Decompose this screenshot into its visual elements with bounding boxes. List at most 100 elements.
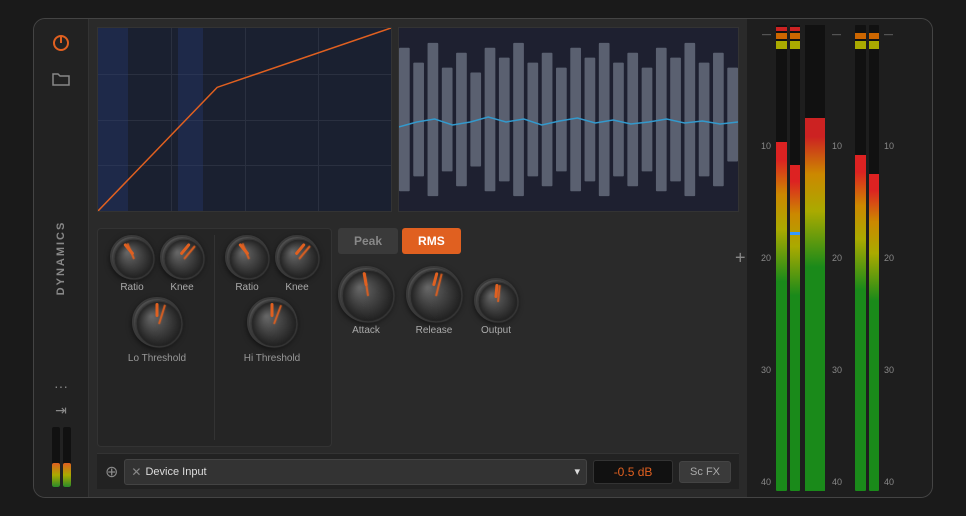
meter-container: — 10 20 30 40 — [751, 25, 928, 491]
peak-button[interactable]: Peak — [338, 228, 398, 254]
mini-level-meters — [52, 427, 71, 487]
right-meter-bars — [855, 25, 879, 491]
lo-knee-knob[interactable] — [160, 235, 204, 279]
clip-indicator-l2 — [790, 27, 801, 31]
scale-30-right2: 30 — [884, 365, 902, 375]
meter-bar-mid — [805, 25, 825, 491]
lo-threshold-knob[interactable] — [132, 297, 182, 347]
output-knob-container: Output — [474, 278, 518, 336]
meter-section: + — 10 20 30 40 — [747, 19, 932, 497]
output-label: Output — [481, 325, 511, 336]
waveform-graph — [398, 27, 739, 212]
attack-label: Attack — [352, 325, 380, 336]
left-meter-bars — [776, 25, 800, 491]
divider — [214, 235, 215, 440]
mini-level-right — [63, 427, 71, 487]
db-display: -0.5 dB — [593, 460, 673, 484]
hi-threshold-label: Hi Threshold — [244, 353, 301, 364]
lo-knee-knob-container: Knee — [160, 235, 204, 293]
meter-scale-right2: — 10 20 30 40 — [882, 25, 904, 491]
hi-knee-label: Knee — [285, 282, 308, 293]
orange-band-r2 — [869, 33, 880, 39]
yellow-band-r1 — [855, 41, 866, 49]
hi-knee-knob[interactable] — [275, 235, 319, 279]
blue-segment-l2 — [790, 232, 801, 235]
scale-10-left: 10 — [753, 141, 771, 151]
scale-top-right2: — — [884, 29, 902, 39]
peak-rms-row: Peak RMS — [338, 228, 739, 254]
scale-40-right: 40 — [832, 477, 850, 487]
scale-30-left: 30 — [753, 365, 771, 375]
meter-bar-l1 — [776, 25, 787, 491]
yellow-band-l1 — [776, 41, 787, 49]
lo-ratio-label: Ratio — [120, 282, 143, 293]
hi-ratio-knob-container: Ratio — [225, 235, 269, 293]
scale-40-right2: 40 — [884, 477, 902, 487]
hi-threshold-knob-container — [247, 297, 297, 347]
scale-10-right2: 10 — [884, 141, 902, 151]
waveform-svg — [399, 28, 738, 211]
hi-knee-knob-container: Knee — [275, 235, 319, 293]
lo-ratio-knob-container: Ratio — [110, 235, 154, 293]
yellow-band-r2 — [869, 41, 880, 49]
lo-threshold-knob-container — [132, 297, 182, 347]
release-label: Release — [416, 325, 453, 336]
sc-fx-button[interactable]: Sc FX — [679, 461, 731, 483]
orange-band-l2 — [790, 33, 801, 39]
detection-controls: Peak RMS Attack Release Output — [338, 228, 739, 447]
attack-release-output-row: Attack Release Output — [338, 266, 739, 336]
lo-hi-wrapper: Ratio Knee Lo Threshold — [97, 228, 332, 447]
release-knob[interactable] — [406, 266, 462, 322]
lo-ratio-knob[interactable] — [110, 235, 154, 279]
clip-indicator-l1 — [776, 27, 787, 31]
left-sidebar: DYNAMICS ··· ⇥ — [34, 19, 89, 497]
scale-20-right2: 20 — [884, 253, 902, 263]
device-icon[interactable]: ⊕ — [105, 462, 118, 482]
x-icon: ✕ — [131, 465, 141, 479]
meter-scale-right: — 10 20 30 40 — [830, 25, 852, 491]
lo-knobs-top: Ratio Knee — [110, 235, 204, 293]
scale-40-left: 40 — [753, 477, 771, 487]
hi-knobs-top: Ratio Knee — [225, 235, 319, 293]
meter-bar-l2 — [790, 25, 801, 491]
bottom-bar: ⊕ ✕ Device Input ▾ -0.5 dB Sc FX — [97, 453, 739, 489]
hi-threshold-section: Ratio Knee Hi Threshold — [219, 235, 325, 440]
hi-ratio-knob[interactable] — [225, 235, 269, 279]
lo-knee-label: Knee — [170, 282, 193, 293]
meter-scale-left: — 10 20 30 40 — [751, 25, 773, 491]
green-fill-r2 — [869, 174, 880, 491]
route-button[interactable]: ⇥ — [55, 402, 67, 419]
meter-bar-r1 — [855, 25, 866, 491]
hi-ratio-label: Ratio — [235, 282, 258, 293]
attack-knob-container: Attack — [338, 266, 394, 336]
lo-threshold-label: Lo Threshold — [128, 353, 186, 364]
mini-level-left — [52, 427, 60, 487]
power-button[interactable] — [47, 29, 75, 57]
green-fill-r1 — [855, 155, 866, 491]
dots-button[interactable]: ··· — [54, 378, 68, 394]
transfer-curve — [98, 28, 391, 211]
add-left-button[interactable]: + — [735, 248, 746, 269]
scale-20-right: 20 — [832, 253, 850, 263]
lo-threshold-section: Ratio Knee Lo Threshold — [104, 235, 210, 440]
scale-30-right: 30 — [832, 365, 850, 375]
rms-button[interactable]: RMS — [402, 228, 461, 254]
graphs-section — [97, 27, 739, 222]
plugin-container: DYNAMICS ··· ⇥ — [33, 18, 933, 498]
attack-knob[interactable] — [338, 266, 394, 322]
scale-top-right: — — [832, 29, 850, 39]
orange-band-l1 — [776, 33, 787, 39]
folder-button[interactable] — [47, 65, 75, 93]
scale-10-right: 10 — [832, 141, 850, 151]
main-content: Ratio Knee Lo Threshold — [89, 19, 747, 497]
green-fill-l1 — [776, 142, 787, 492]
green-fill-l2 — [790, 165, 801, 491]
hi-threshold-knob[interactable] — [247, 297, 297, 347]
output-knob[interactable] — [474, 278, 518, 322]
plugin-title: DYNAMICS — [55, 221, 67, 296]
device-input-selector[interactable]: ✕ Device Input ▾ — [124, 459, 587, 485]
scale-20-left: 20 — [753, 253, 771, 263]
sidebar-bottom: ··· ⇥ — [52, 378, 71, 487]
transfer-graph — [97, 27, 392, 212]
orange-band-r1 — [855, 33, 866, 39]
